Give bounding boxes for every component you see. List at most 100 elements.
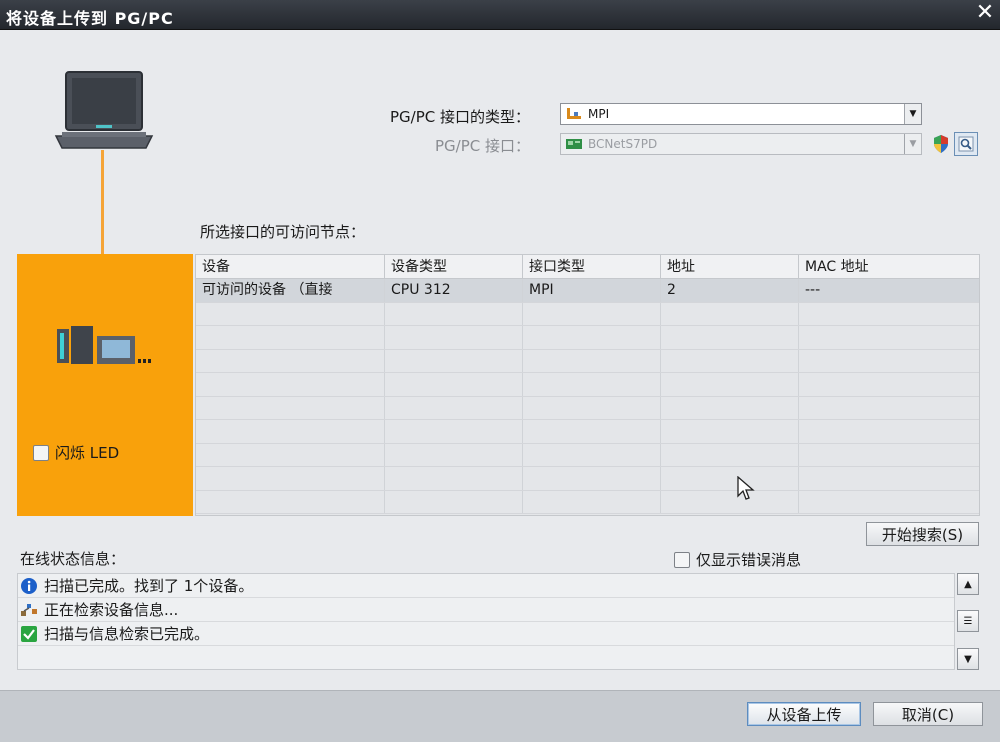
empty-cell <box>385 349 523 372</box>
list-item: 正在检索设备信息... <box>18 598 954 622</box>
empty-cell <box>385 396 523 419</box>
online-status-label: 在线状态信息： <box>20 550 126 568</box>
network-search-icon <box>20 601 38 619</box>
mpi-network-icon <box>567 108 581 119</box>
only-errors-checkbox[interactable] <box>674 551 690 568</box>
empty-cell <box>523 302 661 325</box>
empty-cell <box>523 420 661 443</box>
shield-icon[interactable] <box>929 132 953 156</box>
empty-cell <box>196 420 385 443</box>
table-row <box>196 373 979 397</box>
interface-type-value: MPI <box>588 107 610 121</box>
empty-cell <box>661 302 799 325</box>
empty-cell <box>385 420 523 443</box>
empty-cell <box>799 467 979 490</box>
table-row <box>196 443 979 467</box>
flash-led-option[interactable]: 闪烁 LED <box>33 442 119 463</box>
table-row <box>196 467 979 491</box>
cancel-button[interactable]: 取消(C) <box>873 702 983 726</box>
table-row[interactable]: 可访问的设备 （直接 CPU 312 MPI 2 --- <box>196 279 979 303</box>
table-row <box>196 490 979 514</box>
scroll-down-icon[interactable]: ▼ <box>957 648 979 670</box>
log-scrollbar[interactable]: ▲ ☰ ▼ <box>957 573 979 670</box>
title-bar: 将设备上传到 PG/PC ✕ <box>0 0 1000 30</box>
empty-cell <box>523 373 661 396</box>
empty-cell <box>523 490 661 513</box>
plc-device-icon <box>57 326 151 364</box>
empty-cell <box>196 302 385 325</box>
empty-cell <box>661 373 799 396</box>
flash-led-checkbox[interactable] <box>33 444 49 461</box>
empty-cell <box>523 443 661 466</box>
table-row <box>196 420 979 444</box>
dialog-content: PG/PC 接口的类型： MPI ▼ PG/PC 接口： BCNetS7PD ▼ <box>0 30 1000 690</box>
cell-device: 可访问的设备 （直接 <box>196 279 385 302</box>
chevron-down-icon[interactable]: ▼ <box>904 134 921 154</box>
empty-cell <box>661 326 799 349</box>
empty-cell <box>661 467 799 490</box>
empty-cell <box>385 326 523 349</box>
list-item: 扫描与信息检索已完成。 <box>18 622 954 646</box>
empty-cell <box>196 373 385 396</box>
col-device[interactable]: 设备 <box>196 255 385 278</box>
table-header: 设备 设备类型 接口类型 地址 MAC 地址 <box>196 255 979 279</box>
empty-cell <box>523 467 661 490</box>
search-icon[interactable] <box>954 132 978 156</box>
empty-cell <box>661 349 799 372</box>
empty-cell <box>523 396 661 419</box>
empty-cell <box>385 467 523 490</box>
only-errors-label: 仅显示错误消息 <box>696 551 802 569</box>
dialog-title: 将设备上传到 PG/PC <box>6 9 174 28</box>
empty-cell <box>196 326 385 349</box>
empty-cell <box>385 490 523 513</box>
empty-cell <box>799 303 979 326</box>
mouse-cursor-icon <box>737 476 755 500</box>
only-errors-option[interactable]: 仅显示错误消息 <box>674 549 801 570</box>
scroll-thumb-icon[interactable]: ☰ <box>957 610 979 632</box>
empty-cell <box>196 349 385 372</box>
empty-cell <box>799 420 979 443</box>
start-search-button[interactable]: 开始搜索(S) <box>866 522 979 546</box>
empty-cell <box>196 467 385 490</box>
network-card-icon <box>566 139 582 149</box>
interface-type-select[interactable]: MPI ▼ <box>560 103 922 125</box>
chevron-down-icon[interactable]: ▼ <box>904 104 921 124</box>
check-icon <box>20 625 38 643</box>
table-row <box>196 349 979 373</box>
upload-dialog: 将设备上传到 PG/PC ✕ PG/PC 接口的类型： MPI ▼ PG/PC … <box>0 0 1000 742</box>
empty-cell <box>385 443 523 466</box>
log-message: 正在检索设备信息... <box>44 601 179 619</box>
list-item: 扫描已完成。找到了 1个设备。 <box>18 574 954 598</box>
empty-cell <box>523 326 661 349</box>
status-log: 扫描已完成。找到了 1个设备。 正在检索设备信息... 扫描与信息检索已完成。 <box>17 573 955 670</box>
cell-address: 2 <box>661 279 799 302</box>
empty-cell <box>661 396 799 419</box>
empty-cell <box>196 443 385 466</box>
interface-value: BCNetS7PD <box>588 137 658 151</box>
close-icon[interactable]: ✕ <box>974 2 996 25</box>
empty-cell <box>196 490 385 513</box>
info-icon <box>20 577 38 595</box>
col-mac-address[interactable]: MAC 地址 <box>799 255 979 278</box>
empty-cell <box>523 349 661 372</box>
accessible-nodes-table: 设备 设备类型 接口类型 地址 MAC 地址 可访问的设备 （直接 CPU 31… <box>195 254 980 516</box>
scroll-up-icon[interactable]: ▲ <box>957 573 979 595</box>
upload-from-device-button[interactable]: 从设备上传 <box>747 702 861 726</box>
log-message: 扫描已完成。找到了 1个设备。 <box>44 577 254 595</box>
empty-cell <box>661 443 799 466</box>
table-row <box>196 396 979 420</box>
cell-device-type: CPU 312 <box>385 279 523 302</box>
interface-type-label: PG/PC 接口的类型： <box>389 108 530 126</box>
empty-cell <box>196 396 385 419</box>
empty-cell <box>661 420 799 443</box>
col-interface-type[interactable]: 接口类型 <box>523 255 661 278</box>
empty-cell <box>799 397 979 420</box>
col-device-type[interactable]: 设备类型 <box>385 255 523 278</box>
empty-cell <box>661 490 799 513</box>
cell-interface-type: MPI <box>523 279 661 302</box>
col-address[interactable]: 地址 <box>661 255 799 278</box>
interface-label: PG/PC 接口： <box>434 137 530 155</box>
accessible-nodes-label: 所选接口的可访问节点： <box>200 223 366 241</box>
interface-select[interactable]: BCNetS7PD ▼ <box>560 133 922 155</box>
empty-cell <box>799 326 979 349</box>
